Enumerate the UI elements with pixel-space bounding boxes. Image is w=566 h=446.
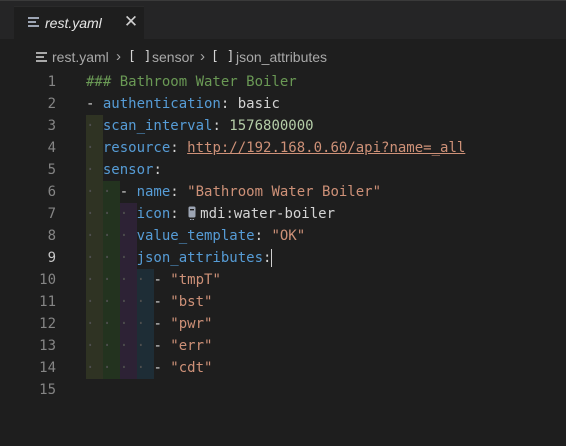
code-line[interactable]: ### Bathroom Water Boiler — [86, 71, 297, 93]
line-number: 10 — [39, 272, 56, 288]
yaml-number: 1576800000 — [229, 118, 314, 134]
line-number: 7 — [47, 206, 56, 222]
code-line[interactable]: · · · · - "err" — [86, 335, 212, 357]
code-editor[interactable]: 1 2 3 4 5 6 7 8 9 10 11 12 13 14 15 ### … — [0, 71, 566, 446]
yaml-value: mdi:water-boiler — [200, 206, 336, 222]
list-dash: - — [153, 272, 171, 288]
yaml-colon: : — [263, 250, 272, 266]
yaml-colon: : — [170, 140, 188, 156]
breadcrumb: rest.yaml › [ ] sensor › [ ] json_attrib… — [0, 40, 566, 74]
yaml-key: icon — [136, 206, 171, 222]
chevron-right-icon: › — [200, 48, 205, 65]
whitespace-marker: · · · — [86, 228, 137, 244]
array-icon: [ ] — [128, 49, 152, 64]
whitespace-marker: · · · — [86, 206, 137, 222]
list-dash: - — [153, 316, 171, 332]
code-line[interactable]: · sensor: — [86, 159, 162, 181]
yaml-key: scan_interval — [102, 118, 213, 134]
code-line[interactable]: · · · · - "tmpT" — [86, 269, 221, 291]
yaml-key: sensor — [102, 162, 154, 178]
yaml-string: "tmpT" — [170, 272, 221, 288]
yaml-colon: : — [153, 162, 162, 178]
whitespace-marker: · · — [86, 184, 120, 200]
yaml-url-link[interactable]: http://192.168.0.60/api?name=_all — [187, 140, 465, 156]
code-line[interactable]: - authentication: basic — [86, 93, 280, 115]
line-number: 6 — [47, 184, 56, 200]
yaml-string: "bst" — [170, 294, 213, 310]
whitespace-marker: · · · · — [86, 316, 154, 332]
yaml-value: basic — [237, 96, 280, 112]
yaml-key: value_template — [136, 228, 255, 244]
code-line[interactable]: · · · value_template: "OK" — [86, 225, 305, 247]
breadcrumb-item-sensor[interactable]: sensor — [152, 49, 194, 65]
yaml-key: authentication — [102, 96, 221, 112]
yaml-colon: : — [170, 206, 188, 222]
list-dash: - — [153, 338, 171, 354]
code-line[interactable]: · · - name: "Bathroom Water Boiler" — [86, 181, 381, 203]
line-number: 12 — [39, 316, 56, 332]
yaml-key: json_attributes — [136, 250, 264, 266]
tab-bar: rest.yaml ✕ — [0, 1, 566, 41]
whitespace-marker: · — [86, 140, 103, 156]
yaml-key: name — [136, 184, 171, 200]
code-line[interactable]: · scan_interval: 1576800000 — [86, 115, 314, 137]
yaml-colon: : — [220, 96, 238, 112]
list-dash: - — [153, 360, 171, 376]
line-number: 1 — [47, 74, 56, 90]
line-number: 14 — [39, 360, 56, 376]
whitespace-marker: · · · · — [86, 360, 154, 376]
yaml-string: "cdt" — [170, 360, 213, 376]
chevron-right-icon: › — [116, 48, 121, 65]
whitespace-marker: · · · · — [86, 294, 154, 310]
tab-label: rest.yaml — [45, 15, 102, 31]
yaml-colon: : — [254, 228, 272, 244]
water-boiler-icon — [188, 206, 196, 220]
whitespace-marker: · · · · — [86, 272, 154, 288]
list-dash: - — [153, 294, 171, 310]
file-lines-icon — [36, 52, 47, 64]
code-line[interactable]: · · · · - "pwr" — [86, 313, 212, 335]
code-line-active[interactable]: · · · json_attributes: — [86, 247, 273, 269]
line-number: 2 — [47, 96, 56, 112]
breadcrumb-item-file[interactable]: rest.yaml — [52, 49, 109, 65]
line-number: 15 — [39, 382, 56, 398]
yaml-string: "OK" — [271, 228, 306, 244]
yaml-colon: : — [212, 118, 230, 134]
line-number: 5 — [47, 162, 56, 178]
line-number: 11 — [39, 294, 56, 310]
code-line[interactable]: · · · · - "cdt" — [86, 357, 212, 379]
close-icon[interactable]: ✕ — [122, 12, 140, 32]
line-number-active: 9 — [47, 250, 56, 266]
file-lines-icon — [28, 17, 39, 29]
line-number: 8 — [47, 228, 56, 244]
code-line[interactable]: · resource: http://192.168.0.60/api?name… — [86, 137, 465, 159]
whitespace-marker: · · · — [86, 250, 137, 266]
list-dash: - — [119, 184, 137, 200]
yaml-string: "Bathroom Water Boiler" — [187, 184, 382, 200]
text-cursor — [271, 249, 273, 267]
line-number: 3 — [47, 118, 56, 134]
line-number: 13 — [39, 338, 56, 354]
whitespace-marker: · — [86, 118, 103, 134]
array-icon: [ ] — [211, 49, 235, 64]
yaml-comment: ### Bathroom Water Boiler — [86, 74, 297, 90]
yaml-key: resource — [102, 140, 171, 156]
yaml-colon: : — [170, 184, 188, 200]
list-dash: - — [86, 96, 103, 112]
tab-rest-yaml[interactable]: rest.yaml ✕ — [14, 6, 144, 41]
breadcrumb-item-json-attributes[interactable]: json_attributes — [236, 49, 327, 65]
yaml-string: "pwr" — [170, 316, 213, 332]
code-line[interactable]: · · · icon: mdi:water-boiler — [86, 203, 335, 225]
code-line[interactable]: · · · · - "bst" — [86, 291, 212, 313]
line-number: 4 — [47, 140, 56, 156]
yaml-string: "err" — [170, 338, 213, 354]
whitespace-marker: · — [86, 162, 103, 178]
whitespace-marker: · · · · — [86, 338, 154, 354]
